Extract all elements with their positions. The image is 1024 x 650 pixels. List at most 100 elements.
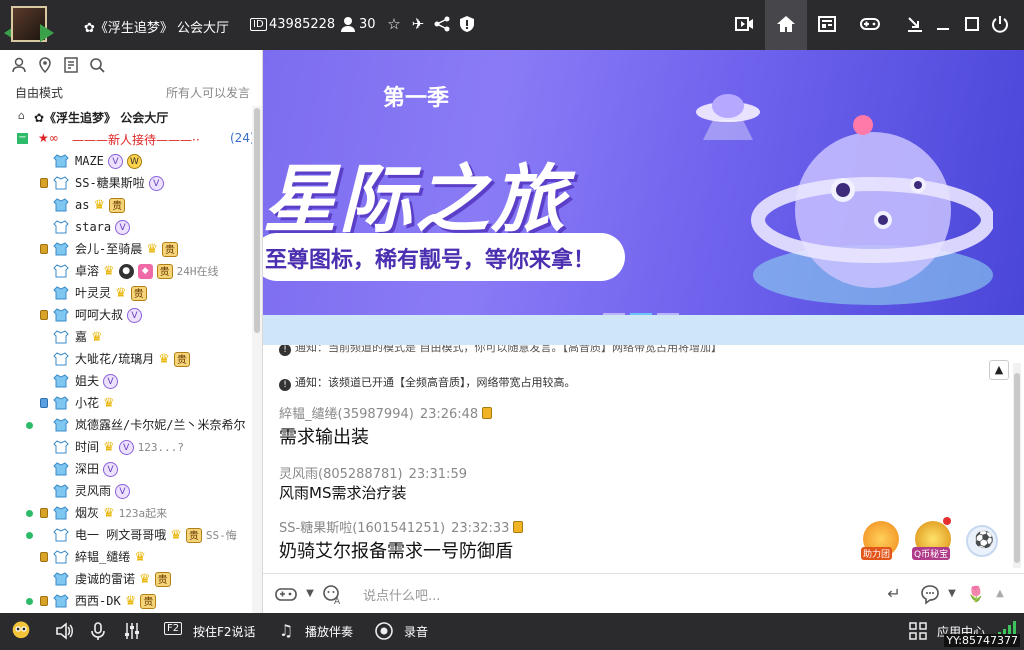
member-name: 綷韫_缱绻: [75, 550, 131, 564]
root-channel-row[interactable]: ⌂ ✿《浮生追梦》 公会大厅: [0, 106, 252, 128]
sub-channel-name: ———新人接待———··: [72, 133, 200, 147]
power-icon[interactable]: [990, 14, 1010, 34]
gamepad-icon[interactable]: [860, 14, 880, 34]
noble-badge-icon: 贵: [130, 286, 147, 301]
member-row[interactable]: 深田 V: [0, 458, 252, 480]
game-emoji-icon[interactable]: [275, 583, 297, 605]
member-row[interactable]: SS-糖果斯啦 V: [0, 172, 252, 194]
member-scrollbar-thumb[interactable]: [254, 108, 260, 333]
message-text: 奶骑艾尔报备需求一号防御盾: [279, 541, 513, 562]
crown-icon: ♛: [103, 440, 115, 455]
promo-banner[interactable]: 第一季 星际之旅 至尊图标，稀有靓号，等你来拿！: [263, 50, 1024, 315]
message-user[interactable]: 灵风雨(805288781): [279, 467, 403, 482]
support-team-label: 助力团: [861, 547, 893, 560]
message-user[interactable]: 綷韫_缱绻(35987994): [279, 407, 414, 422]
member-row[interactable]: 綷韫_缱绻 ♛: [0, 546, 252, 568]
member-row[interactable]: 卓溶 ♛ ● ◆ 贵 24H在线: [0, 260, 252, 282]
minimize-icon[interactable]: [933, 14, 953, 34]
microphone-icon[interactable]: [88, 621, 108, 641]
member-row[interactable]: as ♛ 贵: [0, 194, 252, 216]
member-role-icon: [53, 594, 69, 608]
equalizer-icon[interactable]: [122, 621, 142, 641]
channel-avatar[interactable]: [4, 4, 54, 46]
member-row[interactable]: 大呲花/琉璃月 ♛ 贵: [0, 348, 252, 370]
member-row[interactable]: 会儿-至骑晨 ♛ 贵: [0, 238, 252, 260]
member-row[interactable]: 叶灵灵 ♛ 贵: [0, 282, 252, 304]
board-icon[interactable]: [817, 14, 837, 34]
mascot-icon[interactable]: [9, 619, 33, 643]
online-dot-icon: [26, 532, 33, 539]
member-row[interactable]: 呵呵大叔 V: [0, 304, 252, 326]
member-row[interactable]: stara V: [0, 216, 252, 238]
plane-icon[interactable]: ✈: [408, 14, 428, 34]
play-accompaniment-button[interactable]: 播放伴奏: [305, 623, 353, 640]
chevron-up-icon[interactable]: ▲: [989, 583, 1011, 605]
app-grid-icon[interactable]: [908, 621, 928, 641]
member-row[interactable]: 时间 ♛ V 123...?: [0, 436, 252, 458]
collapse-icon[interactable]: −: [17, 133, 28, 144]
maximize-icon[interactable]: [962, 14, 982, 34]
member-name-wrap: 姐夫 V: [75, 370, 122, 393]
dark-badge-icon: ●: [118, 264, 134, 279]
chevron-down-icon[interactable]: ▼: [299, 583, 321, 605]
banner-pager[interactable]: [603, 305, 684, 315]
message-user[interactable]: SS-糖果斯啦(1601541251): [279, 521, 445, 536]
chat-scrollbar[interactable]: [1013, 363, 1021, 568]
sub-channel-row[interactable]: − ★∞ ———新人接待———·· (24): [0, 128, 252, 150]
member-role-icon: [53, 374, 69, 388]
send-enter-icon[interactable]: ↵: [883, 583, 905, 605]
message-text: 风雨MS需求治疗装: [279, 484, 407, 502]
push-to-talk-button[interactable]: 按住F2说话: [193, 623, 256, 640]
record-button[interactable]: 录音: [404, 623, 428, 640]
chat-bubble-icon[interactable]: [919, 583, 941, 605]
report-icon[interactable]: [457, 14, 477, 34]
member-role-icon: [53, 484, 69, 498]
chevron-down-icon[interactable]: ▼: [941, 583, 963, 605]
member-row[interactable]: 灵风雨 V: [0, 480, 252, 502]
member-role-icon: [53, 462, 69, 476]
member-name-wrap: 嘉 ♛: [75, 326, 107, 349]
favorite-star-icon[interactable]: ☆: [384, 14, 404, 34]
member-row[interactable]: 虔诚的雷诺 ♛ 贵: [0, 568, 252, 590]
member-role-icon: [53, 418, 69, 432]
user-icon[interactable]: [10, 56, 28, 74]
member-scrollbar[interactable]: [252, 106, 262, 613]
member-role-icon: [53, 154, 69, 168]
member-row[interactable]: 烟灰 ♛ 123a起来: [0, 502, 252, 524]
member-role-icon: [53, 220, 69, 234]
share-icon[interactable]: [432, 14, 452, 34]
notes-icon[interactable]: [62, 56, 80, 74]
search-icon[interactable]: [88, 56, 106, 74]
text-style-icon[interactable]: A: [321, 583, 343, 607]
scroll-top-button[interactable]: ▲: [989, 360, 1009, 380]
channel-name: ✿《浮生追梦》 公会大厅: [84, 21, 230, 36]
record-icon[interactable]: [374, 621, 394, 641]
channel-mode[interactable]: 自由模式: [15, 84, 63, 101]
member-row[interactable]: 岚德露丝/卡尔妮/兰丶米奈希尔: [0, 414, 252, 436]
planet-illustration: [751, 115, 993, 305]
soccer-icon[interactable]: ⚽: [966, 525, 998, 557]
member-name-wrap: 深田 V: [75, 458, 122, 481]
flower-icon[interactable]: 🌷: [965, 583, 987, 605]
speaker-icon[interactable]: [54, 621, 74, 641]
member-row[interactable]: 嘉 ♛: [0, 326, 252, 348]
member-row[interactable]: 小花 ♛: [0, 392, 252, 414]
video-icon[interactable]: [734, 14, 754, 34]
qcoin-treasure-button[interactable]: Q币秘宝: [912, 517, 951, 560]
member-name-wrap: 小花 ♛: [75, 392, 119, 415]
home-button[interactable]: [765, 0, 807, 50]
member-role-icon: [53, 242, 69, 256]
music-note-icon[interactable]: ♫: [276, 621, 296, 641]
member-name: 烟灰: [75, 506, 100, 520]
member-row[interactable]: MAZE V W: [0, 150, 252, 172]
minimize-to-tray-icon[interactable]: [905, 14, 925, 34]
member-row[interactable]: 姐夫 V: [0, 370, 252, 392]
support-team-button[interactable]: 助力团: [861, 521, 899, 560]
location-icon[interactable]: [36, 56, 54, 74]
member-row[interactable]: 西西-DK ♛ 贵: [0, 590, 252, 612]
message-input[interactable]: 说点什么吧...: [363, 585, 440, 604]
member-name-wrap: 电一 咧文哥哥哦 ♛ 贵 SS-悔: [75, 524, 237, 547]
member-row[interactable]: 电一 咧文哥哥哦 ♛ 贵 SS-悔: [0, 524, 252, 546]
chat-scrollbar-thumb[interactable]: [1014, 373, 1020, 563]
member-name: as: [75, 198, 90, 212]
